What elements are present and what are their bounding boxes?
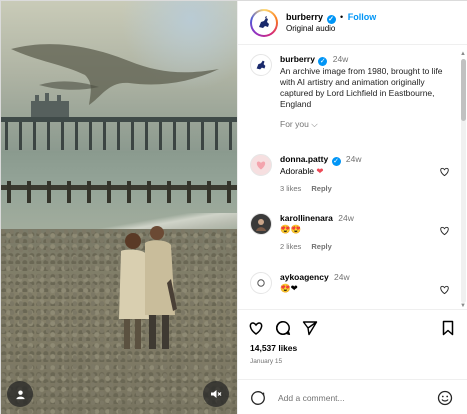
- speech-bubble-icon[interactable]: [275, 320, 291, 336]
- avatar[interactable]: [250, 54, 272, 76]
- likes-count[interactable]: 14,537 likes: [250, 343, 297, 353]
- bookmark-icon[interactable]: [440, 320, 456, 336]
- original-audio-link[interactable]: Original audio: [286, 24, 376, 34]
- user-tag-icon: [15, 389, 25, 399]
- pier-silhouette: [1, 93, 237, 150]
- story-ring-avatar[interactable]: [250, 8, 278, 37]
- comment-username[interactable]: karollinenara: [280, 213, 333, 223]
- post-actions: 14,537 likes January 15: [238, 309, 467, 379]
- smiley-icon[interactable]: [437, 390, 453, 406]
- mute-button[interactable]: [203, 381, 229, 407]
- post-header: burberry ✓ • Follow Original audio: [238, 1, 467, 45]
- caption-text: An archive image from 1980, brought to l…: [280, 66, 443, 109]
- burberry-knight-logo: [256, 60, 266, 70]
- comment-avatar-icon: [251, 390, 265, 405]
- for-you-dropdown[interactable]: For you ⌵: [280, 119, 450, 130]
- person-photo-icon: [256, 219, 266, 231]
- comment-text: Adorable: [280, 166, 315, 176]
- couple-figures: [119, 226, 177, 349]
- heart-avatar-icon[interactable]: [250, 154, 272, 176]
- user-tag-button[interactable]: [7, 381, 33, 407]
- verified-badge-icon: ✓: [326, 14, 336, 24]
- comment-like-heart-icon[interactable]: [439, 284, 450, 295]
- reply-button[interactable]: Reply: [311, 184, 331, 193]
- speaker-muted-icon: [211, 390, 222, 398]
- heart-outline-icon[interactable]: [248, 320, 264, 336]
- comment-age: 24w: [338, 213, 354, 223]
- instagram-post-modal: burberry ✓ • Follow Original audio burbe…: [0, 0, 467, 414]
- account-username[interactable]: burberry: [286, 12, 323, 22]
- comment-likes[interactable]: 2 likes: [280, 242, 301, 251]
- comment-username[interactable]: aykoagency: [280, 272, 329, 282]
- scrollbar-thumb[interactable]: [461, 59, 466, 121]
- post-caption: burberry ✓ 24w An archive image from 198…: [250, 54, 450, 130]
- chevron-down-icon: ⌵: [311, 119, 318, 129]
- user-photo-avatar[interactable]: [250, 213, 272, 235]
- comment-emoji: 😍❤: [280, 283, 298, 293]
- separator-dot: •: [340, 11, 344, 22]
- post-side-panel: burberry ✓ • Follow Original audio burbe…: [237, 1, 467, 414]
- comment-emoji: 😍😍: [280, 224, 302, 234]
- header-title-line: burberry ✓ • Follow: [286, 12, 376, 24]
- verified-badge-icon: ✓: [331, 157, 341, 166]
- comment-age: 24w: [345, 154, 362, 164]
- for-you-label: For you: [280, 119, 309, 129]
- reply-button[interactable]: Reply: [311, 242, 331, 251]
- post-media-reel[interactable]: [1, 1, 237, 414]
- comment-username[interactable]: donna.patty: [280, 154, 328, 164]
- post-date[interactable]: January 15: [250, 358, 282, 365]
- caption-username[interactable]: burberry: [280, 54, 315, 64]
- comments-list: burberry ✓ 24w An archive image from 198…: [238, 46, 467, 308]
- comment-age: 24w: [334, 272, 350, 282]
- verified-badge-icon: ✓: [318, 57, 328, 66]
- list-item: donna.patty ✓ 24w Adorable ❤ 3 likes Rep…: [250, 154, 460, 194]
- heart-icon: [256, 161, 266, 170]
- comment-input[interactable]: Add a comment...: [278, 393, 437, 403]
- groyne-fence: [1, 181, 237, 203]
- comment-emoji: ❤: [316, 166, 324, 176]
- comment-likes[interactable]: 3 likes: [280, 184, 301, 193]
- caption-age: 24w: [332, 54, 349, 64]
- list-item: aykoagency 24w 😍❤: [250, 272, 460, 295]
- paper-plane-icon[interactable]: [302, 320, 318, 336]
- follow-button[interactable]: Follow: [348, 12, 377, 22]
- comments-scrollbar[interactable]: [461, 59, 466, 303]
- agency-logo-icon: [257, 279, 265, 287]
- scroll-up-arrow-icon[interactable]: ▲: [460, 51, 466, 57]
- comment-like-heart-icon[interactable]: [439, 166, 450, 177]
- agency-logo-avatar[interactable]: [250, 272, 272, 294]
- comment-composer: Add a comment...: [238, 379, 467, 414]
- list-item: karollinenara 24w 😍😍 2 likes Reply: [250, 213, 460, 252]
- comment-like-heart-icon[interactable]: [439, 225, 450, 236]
- burberry-knight-logo: [259, 15, 269, 28]
